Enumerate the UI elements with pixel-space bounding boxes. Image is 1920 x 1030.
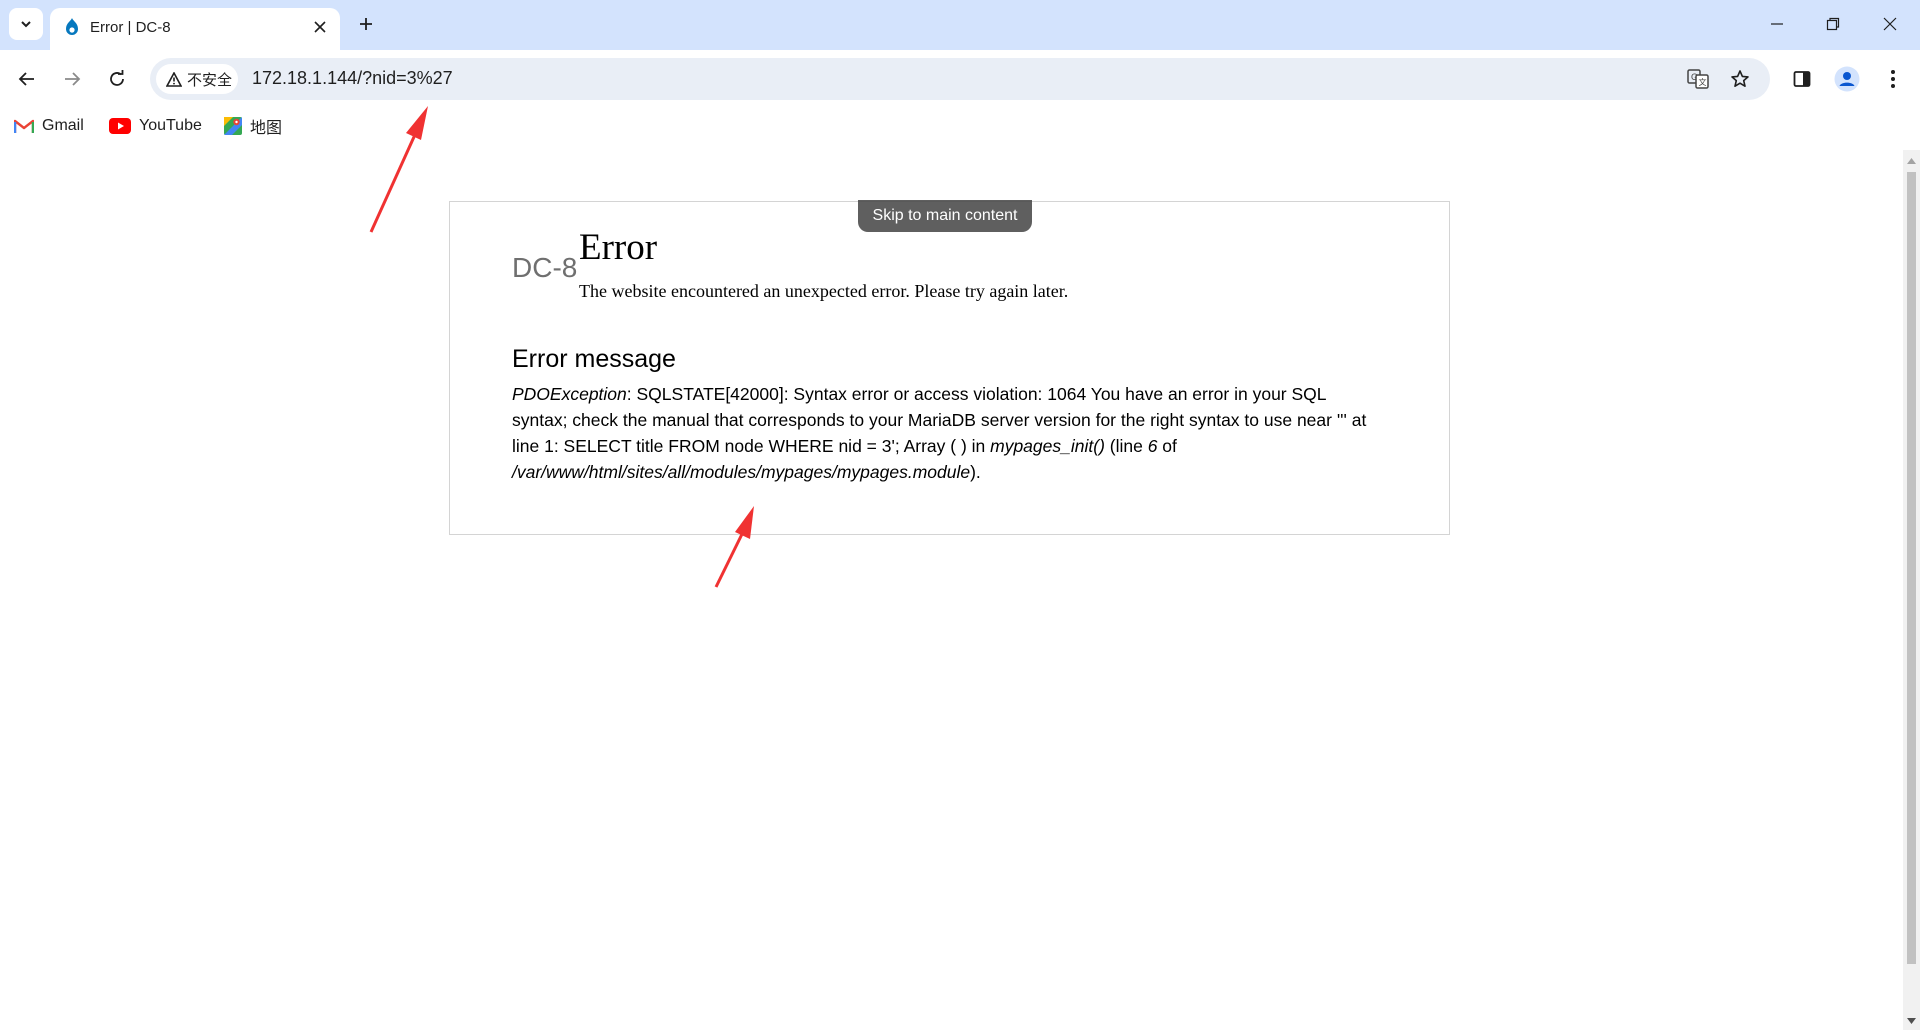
reload-icon [110, 70, 124, 86]
security-chip[interactable]: 不安全 [156, 64, 238, 94]
bookmark-gmail[interactable]: Gmail [14, 114, 84, 138]
reload-button[interactable] [99, 61, 135, 97]
plus-icon [360, 18, 372, 30]
skip-to-main-link[interactable]: Skip to main content [858, 200, 1032, 232]
restore-button[interactable] [1810, 8, 1856, 40]
error-message-heading: Error message [512, 345, 676, 373]
chevron-down-icon [21, 21, 31, 28]
security-label: 不安全 [187, 71, 233, 89]
profile-avatar-icon[interactable] [1833, 65, 1861, 93]
function-name: mypages_init() [990, 436, 1105, 456]
arrow-right-icon [65, 72, 81, 86]
menu-kebab-icon[interactable] [1879, 65, 1907, 93]
new-tab-button[interactable] [352, 10, 380, 38]
error-part: of [1157, 436, 1177, 456]
side-panel-icon[interactable] [1788, 65, 1816, 93]
scroll-down-icon[interactable] [1906, 1014, 1917, 1028]
tab-search-button[interactable] [9, 8, 43, 40]
gmail-icon [14, 119, 34, 134]
site-name-link[interactable]: DC-8 [512, 252, 577, 284]
forward-button[interactable] [54, 61, 90, 97]
minimize-icon [1771, 23, 1783, 25]
page-subtitle: The website encountered an unexpected er… [579, 281, 1069, 301]
browser-toolbar: 不安全 172.18.1.144/?nid=3%27 G文 [0, 50, 1920, 108]
url-text[interactable]: 172.18.1.144/?nid=3%27 [252, 68, 453, 89]
bookmark-label: Gmail [42, 117, 84, 134]
browser-titlebar: Error | DC-8 [0, 0, 1920, 50]
page-viewport: Skip to main content DC-8 Error The webs… [0, 150, 1903, 1030]
tab-close-icon[interactable] [310, 17, 330, 37]
error-message-text: PDOException: SQLSTATE[42000]: Syntax er… [512, 381, 1382, 485]
back-button[interactable] [9, 61, 45, 97]
bookmark-star-icon[interactable] [1728, 67, 1752, 91]
bookmark-label: YouTube [139, 117, 202, 134]
minimize-button[interactable] [1754, 8, 1800, 40]
svg-text:文: 文 [1699, 77, 1707, 87]
bookmarks-bar: Gmail YouTube 地图 [0, 108, 1920, 144]
restore-icon [1826, 17, 1840, 31]
line-number: 6 [1147, 436, 1158, 456]
file-path: /var/www/html/sites/all/modules/mypages/… [512, 462, 971, 482]
error-part: ). [970, 462, 981, 482]
bookmark-label: 地图 [250, 120, 283, 137]
scroll-up-icon[interactable] [1906, 154, 1917, 168]
address-bar[interactable]: 不安全 172.18.1.144/?nid=3%27 G文 [150, 58, 1770, 100]
warning-icon [166, 71, 182, 87]
scrollbar-thumb[interactable] [1907, 172, 1916, 964]
vertical-scrollbar[interactable] [1903, 150, 1920, 1030]
close-icon [1883, 17, 1897, 31]
page-title: Error [579, 227, 658, 268]
bookmark-youtube[interactable]: YouTube [109, 114, 202, 138]
youtube-icon [109, 118, 131, 134]
error-part: : SQLSTATE[42000]: Syntax error or acces… [512, 384, 1367, 456]
browser-tab[interactable]: Error | DC-8 [50, 8, 340, 50]
translate-icon[interactable]: G文 [1686, 67, 1710, 91]
tab-title: Error | DC-8 [90, 19, 171, 36]
arrow-left-icon [18, 72, 34, 86]
maps-icon [224, 117, 242, 135]
close-window-button[interactable] [1867, 8, 1913, 40]
exception-name: PDOException [512, 384, 627, 404]
drupal-icon [66, 18, 78, 35]
error-part: (line [1104, 436, 1148, 456]
bookmark-maps[interactable]: 地图 [224, 114, 282, 138]
